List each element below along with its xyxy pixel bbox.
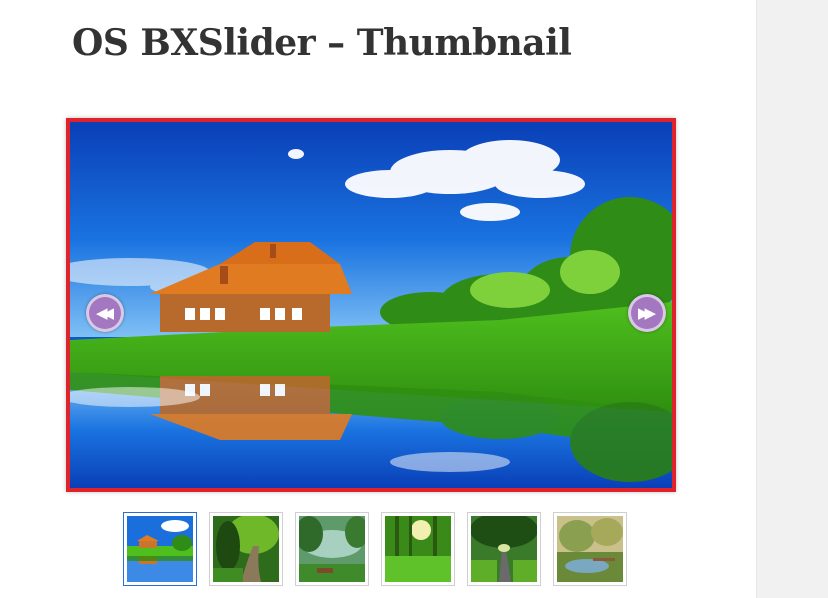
image-slider: ◀◀ ▶▶ xyxy=(66,118,676,492)
thumbnail-pager xyxy=(123,512,633,586)
sidebar xyxy=(756,0,828,598)
thumbnail-tree-tunnel-road[interactable] xyxy=(467,512,541,586)
thumbnail-image xyxy=(299,516,365,582)
thumbnail-garden-pond[interactable] xyxy=(553,512,627,586)
thumbnail-image xyxy=(385,516,451,582)
thumbnail-misty-lake-bench[interactable] xyxy=(295,512,369,586)
slider-next-button[interactable]: ▶▶ xyxy=(628,294,666,332)
page-title: OS BXSlider – Thumbnail xyxy=(72,22,572,64)
thumbnail-image xyxy=(557,516,623,582)
slide-image-house-lake xyxy=(70,122,672,488)
thumbnail-sunlit-forest[interactable] xyxy=(381,512,455,586)
rewind-icon: ◀◀ xyxy=(95,304,114,322)
slider-prev-button[interactable]: ◀◀ xyxy=(86,294,124,332)
thumbnail-forest-path[interactable] xyxy=(209,512,283,586)
thumbnail-image xyxy=(471,516,537,582)
thumbnail-image xyxy=(213,516,279,582)
main-content: OS BXSlider – Thumbnail ◀◀ ▶▶ xyxy=(0,0,756,598)
thumbnail-house-lake[interactable] xyxy=(123,512,197,586)
fast-forward-icon: ▶▶ xyxy=(637,304,656,322)
thumbnail-image xyxy=(127,516,193,582)
